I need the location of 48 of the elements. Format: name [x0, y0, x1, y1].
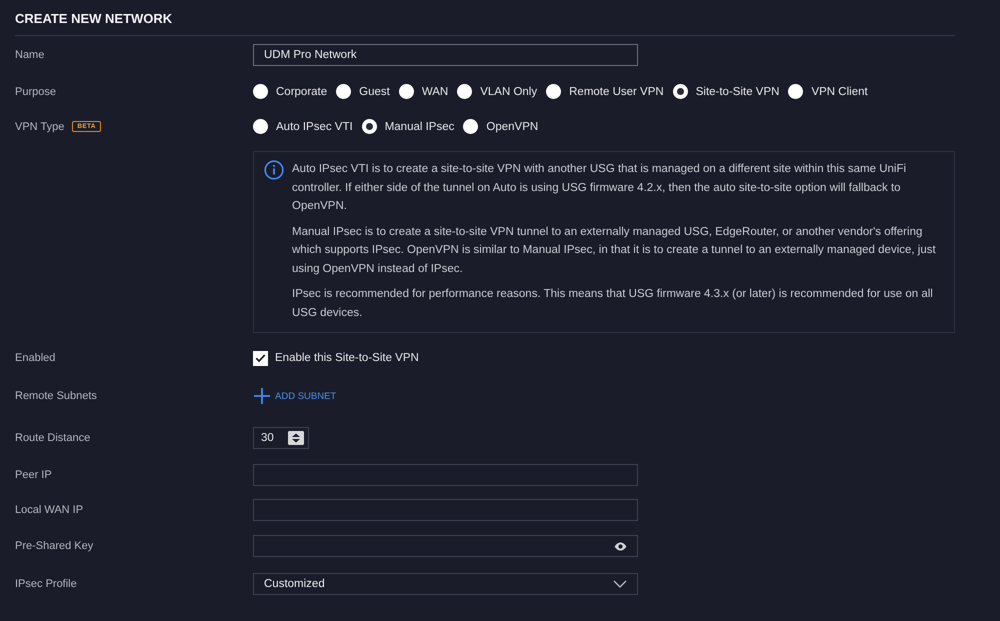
radio-option[interactable]: OpenVPN [463, 119, 538, 134]
radio-option[interactable]: Site-to-Site VPN [672, 84, 780, 99]
radio-option[interactable]: Guest [336, 84, 390, 99]
radio-option[interactable]: Auto IPsec VTI [253, 119, 353, 134]
radio-button[interactable] [362, 119, 377, 134]
text-field[interactable] [253, 498, 638, 520]
page-title: CREATE NEW NETWORK [15, 10, 172, 26]
radio-button[interactable] [672, 84, 688, 99]
password-field[interactable] [253, 535, 638, 557]
profile-dropdown[interactable]: Customized [253, 573, 638, 595]
plus-icon[interactable] [253, 387, 271, 405]
radio-option[interactable]: VPN Client [788, 84, 868, 99]
number-field[interactable]: 30 [253, 427, 309, 449]
field-label: Purpose [15, 86, 56, 98]
text-field[interactable] [253, 464, 638, 486]
radio-button[interactable] [788, 84, 804, 99]
info-icon [264, 160, 284, 180]
field-label: Pre-Shared Key [15, 540, 94, 552]
radio-button[interactable] [457, 84, 472, 99]
checkbox[interactable] [253, 350, 268, 366]
field-label: VPN Type [15, 120, 64, 132]
info-paragraph: Auto IPsec VTI is to create a site-to-site VPN with another USG that is managed on a different site within this same UniFi controller. If either side of the tunnel on Auto is using USG firmware 4.2.x, then the auto site-to-site option will fallback to OpenVPN. [292, 162, 908, 214]
field-label: Route Distance [15, 432, 90, 444]
chevron-down-icon [613, 580, 627, 588]
radio-button[interactable] [398, 84, 414, 99]
field-label: Name [15, 49, 44, 61]
radio-option[interactable]: Manual IPsec [362, 119, 454, 134]
field-label: Remote Subnets [15, 390, 97, 402]
text-field[interactable]: UDM Pro Network [253, 44, 638, 66]
checkbox-option[interactable]: Enable this Site-to-Site VPN [253, 350, 419, 366]
field-label: Enabled [15, 352, 56, 364]
radio-option[interactable]: VLAN Only [457, 84, 538, 99]
info-paragraph: Manual IPsec is to create a site-to-site VPN tunnel to an externally managed USG, EdgeRouter, or another vendor's offering which supports IPsec. OpenVPN is similar to Manual IPsec, in that it is to create a tunnel to an externally managed device, just using OpenVPN instead of IPsec. [292, 224, 937, 276]
radio-button[interactable] [336, 84, 352, 99]
spinner-icon[interactable] [288, 431, 304, 445]
field-label: Peer IP [15, 468, 52, 480]
add-subnet-link[interactable]: ADD SUBNET [275, 390, 336, 402]
radio-button[interactable] [253, 119, 268, 134]
info-paragraph: IPsec is recommended for performance reasons. This means that USG firmware 4.3.x (or later) is recommended for use on all USG devices. [292, 287, 934, 320]
radio-option[interactable]: WAN [398, 84, 448, 99]
radio-button[interactable] [546, 84, 562, 99]
eye-icon[interactable] [614, 542, 627, 550]
radio-option[interactable]: Remote User VPN [546, 84, 664, 99]
radio-button[interactable] [253, 84, 268, 99]
field-label: IPsec Profile [15, 578, 77, 590]
radio-option[interactable]: Corporate [253, 84, 328, 99]
field-label: Local WAN IP [15, 504, 84, 516]
radio-button[interactable] [463, 119, 478, 134]
